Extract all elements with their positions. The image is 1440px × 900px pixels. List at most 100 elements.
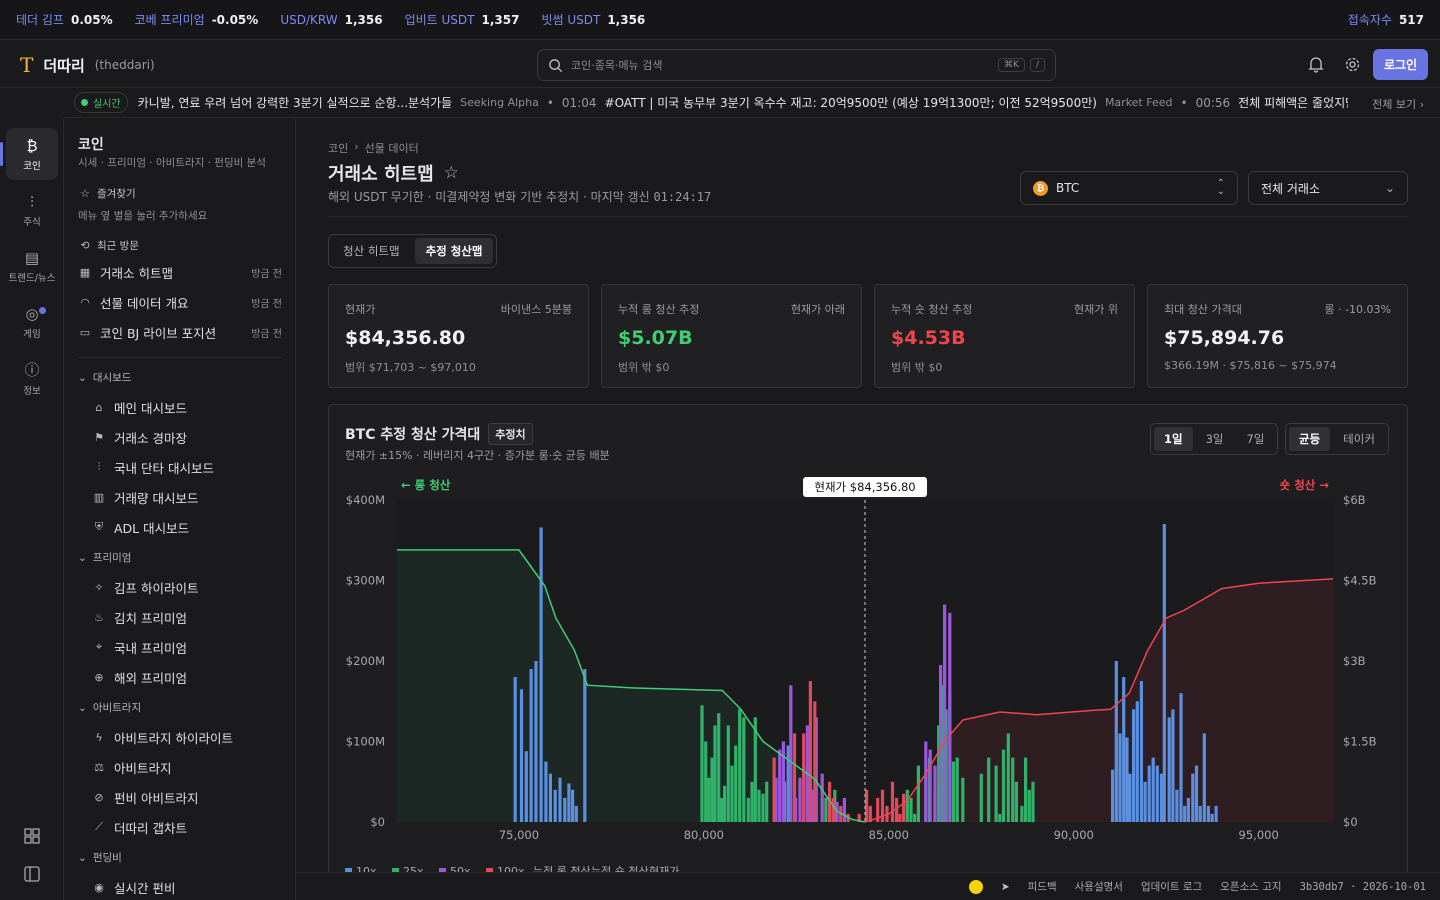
btc-coin-icon: ₿	[1033, 180, 1048, 196]
asset-select[interactable]: ₿ BTC ⌃ ⌄	[1020, 171, 1238, 205]
rail-item[interactable]: ◎ 게임	[6, 296, 58, 348]
tab-liquidation-heatmap[interactable]: 청산 히트맵	[332, 238, 411, 264]
main-content: 코인 › 선물 데이터 거래소 히트맵 ☆ 해외 USDT 무기한 · 미결제약정 …	[296, 118, 1440, 872]
search-icon	[549, 58, 563, 72]
line-chart-icon: ⟋	[95, 820, 103, 833]
nav-item-label: 펀비 아비트라지	[114, 790, 199, 806]
news-more-link[interactable]: 전체 보기 ›	[1364, 96, 1424, 112]
nav-group-header[interactable]: ⌄ 아비트라지	[78, 700, 141, 715]
footer-link[interactable]: 사용설명서	[1075, 879, 1123, 894]
nav-item[interactable]: ▥ 거래량 대시보드	[92, 486, 199, 508]
news-headline[interactable]: 전체 피해액은 줄었지만 해	[1238, 94, 1347, 111]
nav-item[interactable]: ⟋ 더따리 갭차트	[92, 816, 187, 838]
nav-item[interactable]: ⊘ 펀비 아비트라지	[92, 786, 198, 808]
nav-item[interactable]: ⫶ 국내 단타 대시보드	[92, 456, 214, 478]
range-3d-button[interactable]: 3일	[1196, 427, 1234, 451]
shortcut-slash: /	[1029, 58, 1045, 72]
nav-item[interactable]: ⊕ 해외 프리미엄	[92, 666, 187, 688]
bar-25x	[1020, 805, 1024, 822]
ticker-item[interactable]: USD/KRW 1,356	[280, 13, 382, 27]
long-liquidation-label: ← 롱 청산	[401, 478, 451, 492]
breadcrumb-item[interactable]: 코인	[328, 140, 348, 156]
sidebar-toggle-icon[interactable]	[6, 858, 58, 890]
nav-item[interactable]: ◉ 실시간 펀비	[92, 876, 175, 898]
brand-subname: (theddari)	[94, 58, 155, 72]
bar-10x	[529, 669, 533, 822]
chevron-down-icon: ⌄	[78, 701, 87, 714]
recent-item[interactable]: ▦ 거래소 히트맵 방금 전	[78, 261, 282, 283]
nav-group-header[interactable]: ⌄ 펀딩비	[78, 850, 122, 865]
ticker-item[interactable]: 빗썸 USDT 1,356	[541, 11, 645, 28]
search-input[interactable]: 코인·종목·메뉴 검색 ⌘K /	[537, 49, 1056, 81]
nav-item[interactable]: ⛨ ADL 대시보드	[92, 516, 189, 538]
nav-item[interactable]: ✧ 김프 하이라이트	[92, 576, 198, 598]
stat-label: 현재가	[345, 303, 376, 316]
kakao-icon[interactable]	[968, 879, 983, 894]
recent-item[interactable]: ◠ 선물 데이터 개요 방금 전	[78, 291, 282, 313]
nav-group-header[interactable]: ⌄ 대시보드	[78, 370, 131, 385]
bell-icon[interactable]	[1306, 54, 1326, 74]
nav-item[interactable]: ⚖ 아비트라지	[92, 756, 171, 778]
rail-label: 정보	[23, 386, 41, 397]
asset-value: BTC	[1056, 181, 1080, 195]
stat-card: 최대 청산 가격대 롱 · -10.03% $75,894.76 $366.19M ·…	[1147, 284, 1408, 388]
bar-100x	[902, 793, 906, 822]
grid-icon: ▦	[79, 265, 91, 279]
bar-10x	[1167, 717, 1171, 822]
legend-label: 누적 롱 청산	[533, 865, 591, 872]
bar-10x	[1186, 797, 1190, 822]
ticker-item[interactable]: 업비트 USDT 1,357	[405, 11, 520, 28]
nav-item[interactable]: ⚑ 거래소 경마장	[92, 426, 187, 448]
bar-25x	[730, 765, 734, 822]
bar-25x	[723, 785, 727, 822]
rail-item[interactable]: ⓘ 정보	[6, 352, 58, 404]
tab-estimated-liquidation-map[interactable]: 추정 청산맵	[414, 238, 494, 264]
nav-item-label: 국내 단타 대시보드	[114, 460, 214, 476]
nav-item[interactable]: ♨ 김치 프리미엄	[92, 606, 187, 628]
bar-10x	[1147, 765, 1151, 822]
ticker-item[interactable]: 테더 김프 0.05%	[16, 11, 113, 28]
favorite-star-icon[interactable]: ☆	[444, 163, 459, 183]
ticker-label: USD/KRW	[280, 12, 338, 27]
rail-item[interactable]: ▤ 트렌드/뉴스	[6, 240, 58, 292]
gear-icon[interactable]	[1342, 54, 1362, 74]
range-1d-button[interactable]: 1일	[1154, 427, 1193, 451]
login-button[interactable]: 로그인	[1373, 49, 1428, 80]
legend-label: 현재가	[649, 865, 679, 872]
rail-item[interactable]: ⫶ 주식	[6, 184, 58, 236]
nav-item[interactable]: ⌂ 메인 대시보드	[92, 396, 187, 418]
bar-25x	[742, 717, 746, 822]
mode-taker-button[interactable]: 테이커	[1333, 427, 1385, 451]
nav-divider	[78, 357, 282, 358]
legend-label: 25x	[403, 865, 424, 872]
rail-item[interactable]: ₿ 코인	[0, 128, 58, 180]
news-headline[interactable]: #OATT | 미국 농무부 3분기 옥수수 재고: 20억9500만 (예상 …	[605, 94, 1097, 111]
footer-link[interactable]: 피드백	[1028, 879, 1057, 894]
grid-icon[interactable]	[6, 820, 58, 852]
ticker-item[interactable]: 코베 프리미엄 -0.05%	[135, 11, 259, 28]
nav-group-header[interactable]: ⌄ 프리미엄	[78, 550, 131, 565]
nav-item[interactable]: ϟ 아비트라지 하이라이트	[92, 726, 233, 748]
nav-item[interactable]: ⌖ 국내 프리미엄	[92, 636, 187, 658]
bar-50x	[778, 749, 782, 822]
visitor-count: 접속자수 517	[1348, 11, 1424, 28]
exchange-select[interactable]: 전체 거래소 ⌄	[1248, 171, 1408, 205]
nav-item-label: 더따리 갭차트	[114, 820, 187, 836]
recent-item[interactable]: ▭ 코인 BJ 라이브 포지션 방금 전	[78, 321, 282, 343]
news-time: 01:04	[561, 95, 597, 110]
stat-note: 현재가 위	[1074, 303, 1118, 316]
mode-equal-button[interactable]: 균등	[1289, 427, 1331, 451]
telegram-icon[interactable]: ➤	[1001, 881, 1010, 893]
brand-logo[interactable]: T 더따리 (theddari)	[20, 53, 155, 77]
footer-link[interactable]: 오픈소스 고지	[1220, 879, 1281, 894]
y-left-tick-label: $200M	[346, 654, 385, 668]
recent-header: ⟲ 최근 방문	[78, 238, 139, 253]
bar-25x	[1014, 781, 1018, 823]
footer-link[interactable]: 업데이트 로그	[1141, 879, 1202, 894]
news-time: 00:56	[1195, 95, 1231, 110]
breadcrumb-item[interactable]: 선물 데이터	[365, 140, 419, 156]
range-7d-button[interactable]: 7일	[1237, 427, 1275, 451]
bar-100x	[813, 701, 817, 823]
scale-icon: ⚖	[94, 760, 104, 774]
news-headline[interactable]: 카니발, 연료 우려 넘어 강력한 3분기 실적으로 순항...분석가들	[138, 94, 453, 111]
